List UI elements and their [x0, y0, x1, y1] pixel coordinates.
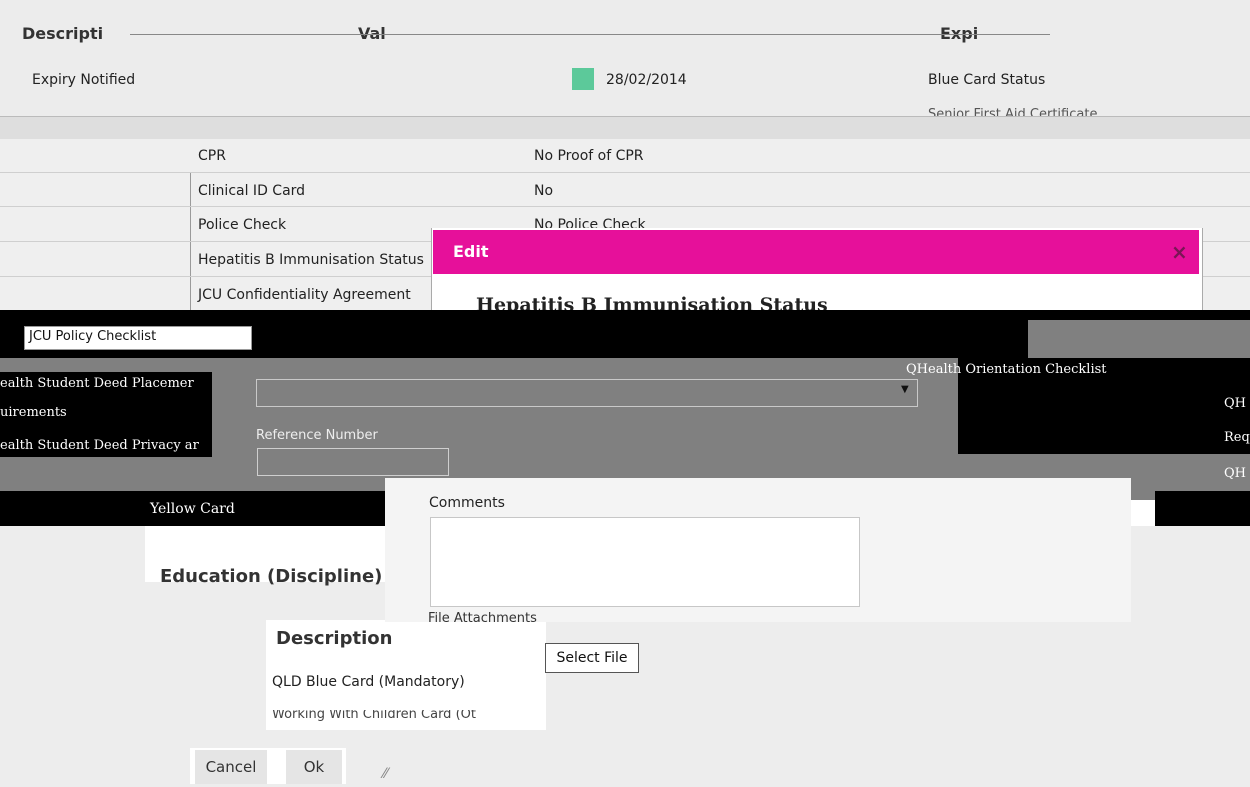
- req-value-cpr: No Proof of CPR: [534, 148, 644, 164]
- requirements-top-strip: [0, 117, 1250, 139]
- dialog-header: Edit ×: [433, 230, 1199, 274]
- checklist-label: JCU Policy Checklist: [29, 329, 157, 344]
- select-file-button[interactable]: Select File: [545, 643, 639, 673]
- req-value-clinical-id: No: [534, 183, 554, 199]
- edu-item-blue-card: QLD Blue Card (Mandatory): [272, 674, 465, 690]
- reference-label: Reference Number: [256, 428, 378, 443]
- senior-first-aid-partial: Senior First Aid Certificate: [928, 108, 1098, 116]
- right-item-3: QH: [1224, 466, 1246, 481]
- close-icon[interactable]: ×: [1171, 240, 1188, 264]
- comments-label: Comments: [429, 495, 505, 511]
- req-label-hep-b: Hepatitis B Immunisation Status: [198, 252, 424, 268]
- right-item-1: QH: [1224, 396, 1246, 411]
- file-attachments-label: File Attachments: [428, 612, 537, 622]
- expiry-notified-label: Expiry Notified: [32, 72, 136, 88]
- req-label-police-check: Police Check: [198, 217, 287, 233]
- col-description-header: Descripti: [22, 24, 104, 43]
- status-swatch: [572, 68, 594, 90]
- header-underline: [130, 34, 1050, 35]
- requirements-col-divider: [190, 172, 191, 317]
- req-label-clinical-id: Clinical ID Card: [198, 183, 306, 199]
- left-item-1: ealth Student Deed Placemer: [0, 376, 194, 391]
- expiry-date: 28/02/2014: [606, 72, 687, 88]
- right-item-2: Req: [1224, 430, 1250, 445]
- top-table-bg: [0, 0, 1250, 116]
- resize-handle-icon[interactable]: ⁄⁄: [383, 766, 388, 782]
- left-item-2: uirements: [0, 405, 67, 420]
- req-label-confidentiality: JCU Confidentiality Agreement: [198, 287, 411, 303]
- yellow-card-label: Yellow Card: [150, 501, 235, 517]
- blue-card-status: Blue Card Status: [928, 72, 1046, 88]
- ok-button[interactable]: Ok: [286, 750, 342, 784]
- req-row-sep: [0, 206, 1250, 207]
- comments-textarea[interactable]: [430, 517, 860, 607]
- dialog-heading: Hepatitis B Immunisation Status: [476, 294, 828, 310]
- right-heading: QHealth Orientation Checklist: [906, 362, 1107, 377]
- black-block-right: [1155, 491, 1250, 526]
- reference-input[interactable]: [257, 448, 449, 476]
- left-item-3: ealth Student Deed Privacy ar: [0, 438, 199, 453]
- status-select[interactable]: ▼: [256, 379, 918, 407]
- chevron-down-icon: ▼: [901, 384, 909, 395]
- req-label-cpr: CPR: [198, 148, 226, 164]
- education-heading: Education (Discipline): [160, 566, 383, 587]
- description-col-header: Description: [276, 628, 393, 649]
- dialog-title: Edit: [453, 242, 489, 261]
- black-block-left: [0, 491, 148, 526]
- checklist-tab[interactable]: JCU Policy Checklist: [24, 326, 252, 350]
- cancel-button[interactable]: Cancel: [195, 750, 267, 784]
- req-row-sep: [0, 172, 1250, 173]
- edu-item-wwc: Working With Children Card (Ot: [272, 710, 476, 722]
